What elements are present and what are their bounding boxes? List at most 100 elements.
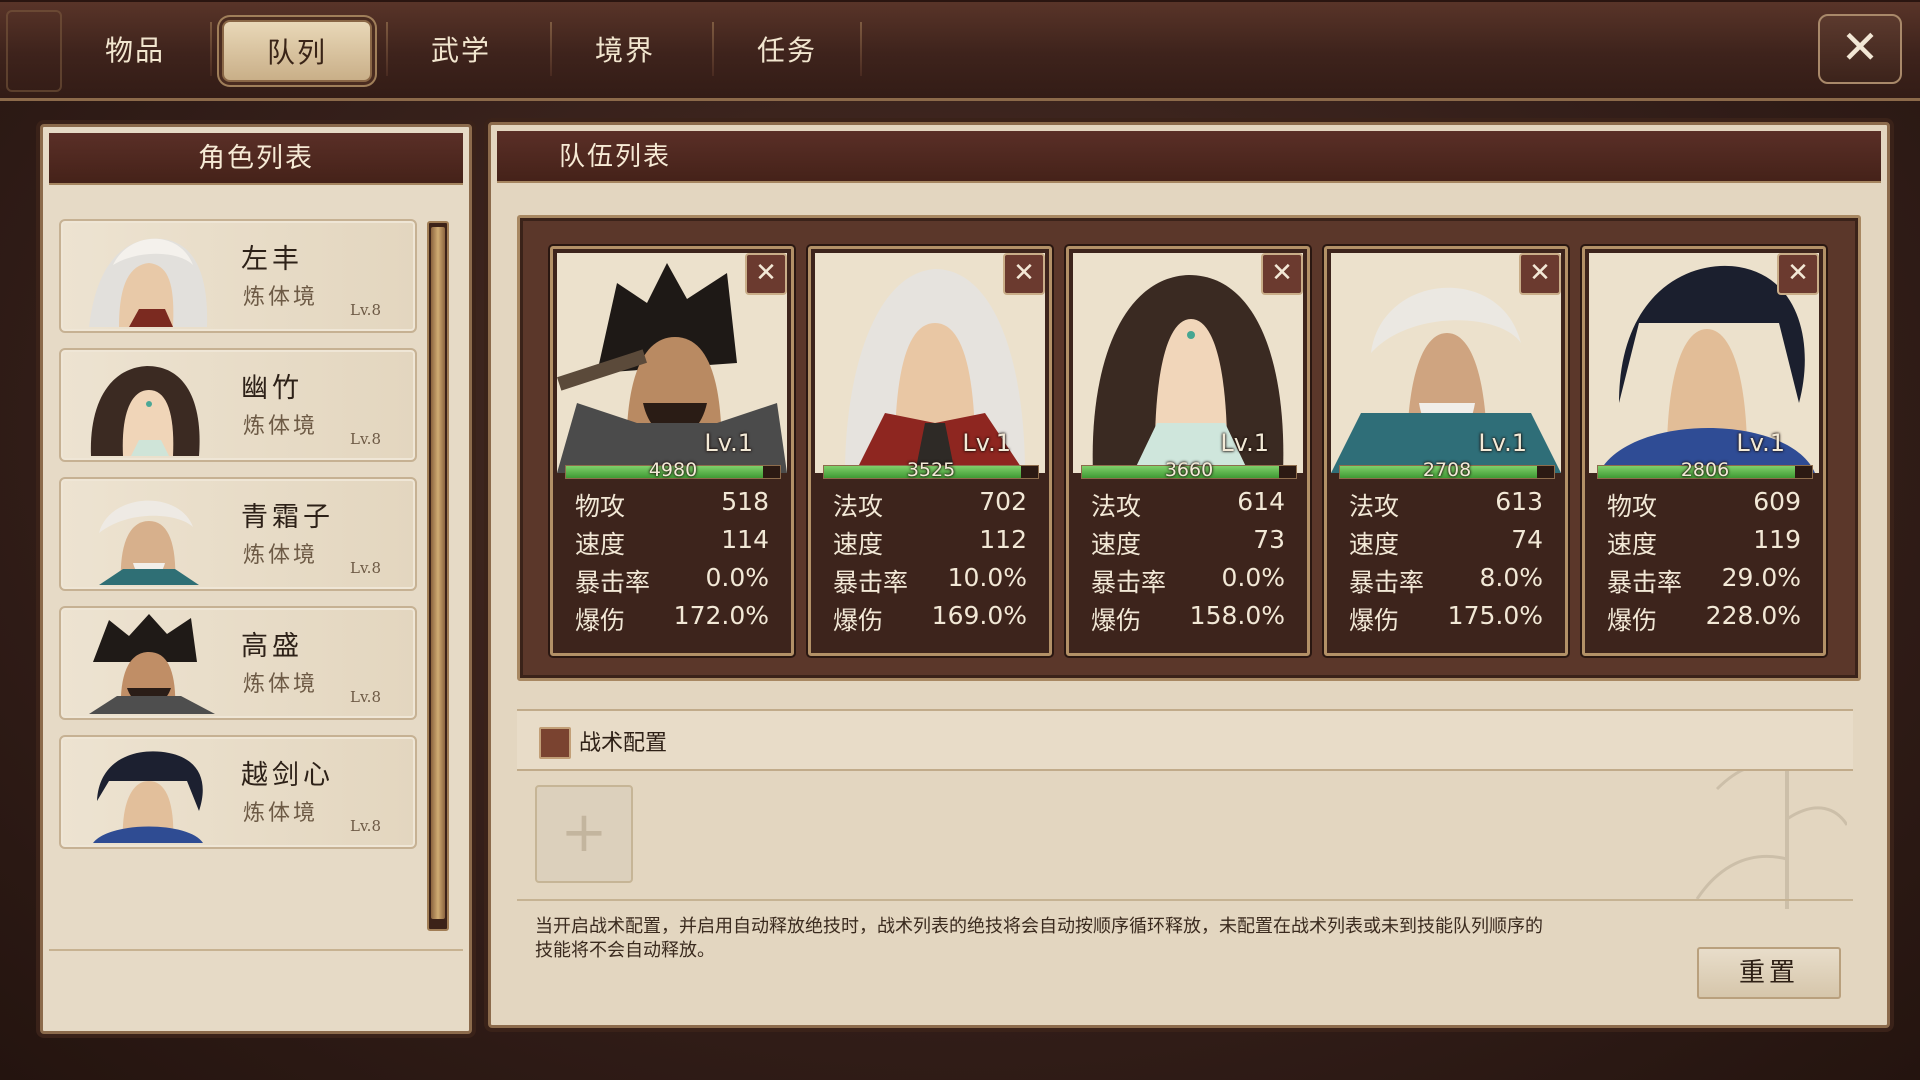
stat-label: 爆伤 — [575, 606, 626, 635]
team-member-card[interactable]: ✕ Lv.1 4980 物攻 518 速度 114 暴击率 0.0% 爆伤 172.0% — [550, 246, 794, 656]
add-tactic-slot[interactable]: + — [535, 785, 633, 883]
tab-divider — [210, 22, 212, 76]
stat-label: 速度 — [833, 530, 884, 559]
stat-value: 114 — [721, 525, 769, 554]
character-card[interactable]: 高盛 炼体境 Lv.8 — [59, 606, 417, 720]
member-level: Lv.1 — [962, 429, 1011, 457]
stat-value: 609 — [1753, 487, 1801, 516]
team-member-card[interactable]: ✕ Lv.1 2708 法攻 613 速度 74 暴击率 8.0% 爆伤 175.0% — [1324, 246, 1568, 656]
remove-member-button[interactable]: ✕ — [745, 253, 787, 295]
hp-bar: 4980 — [565, 459, 781, 481]
game-window: 物品 队列 武学 境界 任务 ✕ 角色列表 左丰 炼体境 Lv.8 幽竹 炼体境… — [0, 0, 1920, 1080]
character-card[interactable]: 青霜子 炼体境 Lv.8 — [59, 477, 417, 591]
character-portrait — [89, 238, 208, 327]
team-slots: ✕ Lv.1 4980 物攻 518 速度 114 暴击率 0.0% 爆伤 172.0% — [517, 215, 1861, 681]
tactic-config-panel: 战术配置 + 当开启战术配置，并启用自动释放绝技时，战术列表的绝技将会自动按顺序… — [517, 709, 1855, 1009]
tab-quests[interactable]: 任务 — [712, 20, 862, 78]
member-level: Lv.1 — [1220, 429, 1269, 457]
plus-icon: + — [560, 800, 608, 865]
character-realm: 炼体境 — [243, 672, 319, 697]
close-icon: ✕ — [1787, 258, 1809, 288]
character-realm: 炼体境 — [243, 801, 319, 826]
stat-value: 228.0% — [1705, 601, 1801, 630]
stat-row: 法攻 613 — [1349, 487, 1543, 523]
character-list: 左丰 炼体境 Lv.8 幽竹 炼体境 Lv.8 青霜子 炼体境 Lv.8 高盛 … — [59, 219, 417, 864]
stat-label: 法攻 — [833, 492, 884, 521]
stat-value: 518 — [721, 487, 769, 516]
remove-member-button[interactable]: ✕ — [1261, 253, 1303, 295]
stat-label: 爆伤 — [1349, 606, 1400, 635]
character-card[interactable]: 幽竹 炼体境 Lv.8 — [59, 348, 417, 462]
character-list-scrollbar[interactable] — [427, 221, 449, 931]
team-list-panel: 队伍列表 ✕ Lv.1 4980 物攻 518 速度 114 暴击率 0.0% … — [488, 122, 1890, 1028]
close-button[interactable]: ✕ — [1818, 14, 1902, 84]
tactic-description: 当开启战术配置，并启用自动释放绝技时，战术列表的绝技将会自动按顺序循环释放，未配… — [535, 916, 1543, 961]
tab-items[interactable]: 物品 — [60, 20, 210, 78]
stat-label: 暴击率 — [1091, 568, 1167, 597]
scrollbar-thumb[interactable] — [431, 227, 445, 919]
tab-team[interactable]: 队列 — [222, 20, 372, 82]
stat-row: 物攻 609 — [1607, 487, 1801, 523]
character-level: Lv.8 — [350, 301, 381, 319]
character-name: 高盛 — [241, 631, 303, 662]
stat-label: 暴击率 — [575, 568, 651, 597]
stat-value: 158.0% — [1189, 601, 1285, 630]
stat-label: 暴击率 — [1607, 568, 1683, 597]
stat-label: 速度 — [1091, 530, 1142, 559]
team-list-title: 队伍列表 — [497, 131, 1881, 183]
hp-value: 2708 — [1422, 459, 1472, 481]
stat-label: 速度 — [1349, 530, 1400, 559]
remove-member-button[interactable]: ✕ — [1777, 253, 1819, 295]
hp-bar: 3660 — [1081, 459, 1297, 481]
character-name: 幽竹 — [241, 373, 303, 404]
remove-member-button[interactable]: ✕ — [1519, 253, 1561, 295]
stat-value: 0.0% — [1221, 563, 1285, 592]
tab-divider — [860, 22, 862, 76]
character-name: 青霜子 — [241, 502, 334, 533]
stat-value: 614 — [1237, 487, 1285, 516]
stat-value: 613 — [1495, 487, 1543, 516]
character-card[interactable]: 越剑心 炼体境 Lv.8 — [59, 735, 417, 849]
character-portrait — [90, 366, 200, 456]
character-level: Lv.8 — [350, 688, 381, 706]
close-icon: ✕ — [1271, 258, 1293, 288]
team-member-card[interactable]: ✕ Lv.1 3525 法攻 702 速度 112 暴击率 10.0% 爆伤 169.0… — [808, 246, 1052, 656]
stat-row: 爆伤 169.0% — [833, 601, 1027, 637]
stat-row: 暴击率 0.0% — [575, 563, 769, 599]
stat-row: 速度 73 — [1091, 525, 1285, 561]
character-realm: 炼体境 — [243, 414, 319, 439]
character-list-panel: 角色列表 左丰 炼体境 Lv.8 幽竹 炼体境 Lv.8 青霜子 炼体境 Lv.… — [40, 124, 472, 1034]
tab-martial-arts[interactable]: 武学 — [386, 20, 536, 78]
tab-realm[interactable]: 境界 — [550, 20, 700, 78]
team-member-card[interactable]: ✕ Lv.1 2806 物攻 609 速度 119 暴击率 29.0% 爆伤 228.0… — [1582, 246, 1826, 656]
stat-label: 暴击率 — [833, 568, 909, 597]
stat-value: 29.0% — [1721, 563, 1801, 592]
remove-member-button[interactable]: ✕ — [1003, 253, 1045, 295]
close-icon: ✕ — [755, 258, 777, 288]
character-level: Lv.8 — [350, 430, 381, 448]
reset-button[interactable]: 重置 — [1697, 947, 1841, 999]
stat-row: 速度 114 — [575, 525, 769, 561]
stat-label: 物攻 — [575, 492, 626, 521]
hp-value: 2806 — [1680, 459, 1730, 481]
tactic-toggle-checkbox[interactable] — [539, 727, 571, 759]
character-name: 越剑心 — [241, 760, 334, 791]
stat-row: 爆伤 175.0% — [1349, 601, 1543, 637]
stat-row: 速度 74 — [1349, 525, 1543, 561]
stat-row: 暴击率 10.0% — [833, 563, 1027, 599]
character-name: 左丰 — [241, 244, 303, 275]
team-member-card[interactable]: ✕ Lv.1 3660 法攻 614 速度 73 暴击率 0.0% 爆伤 158.0% — [1066, 246, 1310, 656]
stat-row: 法攻 702 — [833, 487, 1027, 523]
stat-value: 119 — [1753, 525, 1801, 554]
corner-ornament — [6, 10, 62, 92]
stat-row: 暴击率 29.0% — [1607, 563, 1801, 599]
stat-row: 速度 112 — [833, 525, 1027, 561]
hp-bar: 3525 — [823, 459, 1039, 481]
stat-value: 74 — [1511, 525, 1543, 554]
stat-label: 暴击率 — [1349, 568, 1425, 597]
character-card[interactable]: 左丰 炼体境 Lv.8 — [59, 219, 417, 333]
hp-bar: 2806 — [1597, 459, 1813, 481]
stat-row: 爆伤 228.0% — [1607, 601, 1801, 637]
stat-row: 法攻 614 — [1091, 487, 1285, 523]
character-realm: 炼体境 — [243, 543, 319, 568]
